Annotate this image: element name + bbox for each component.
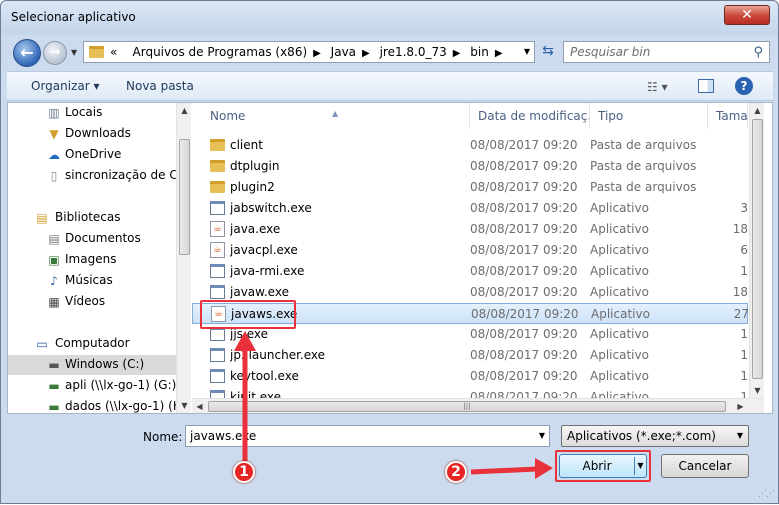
annotation-arrow-2 [470,466,538,475]
annotation-arrowhead-1 [234,331,256,351]
annotation-arrows [234,331,553,479]
annotation-callout-1: 1 [233,461,255,483]
annotation-arrowhead-2 [535,458,553,479]
annotation-callout-2: 2 [445,461,467,483]
open-file-dialog: Selecionar aplicativo ✕ ← → ▼ « Arquivos… [0,0,779,504]
